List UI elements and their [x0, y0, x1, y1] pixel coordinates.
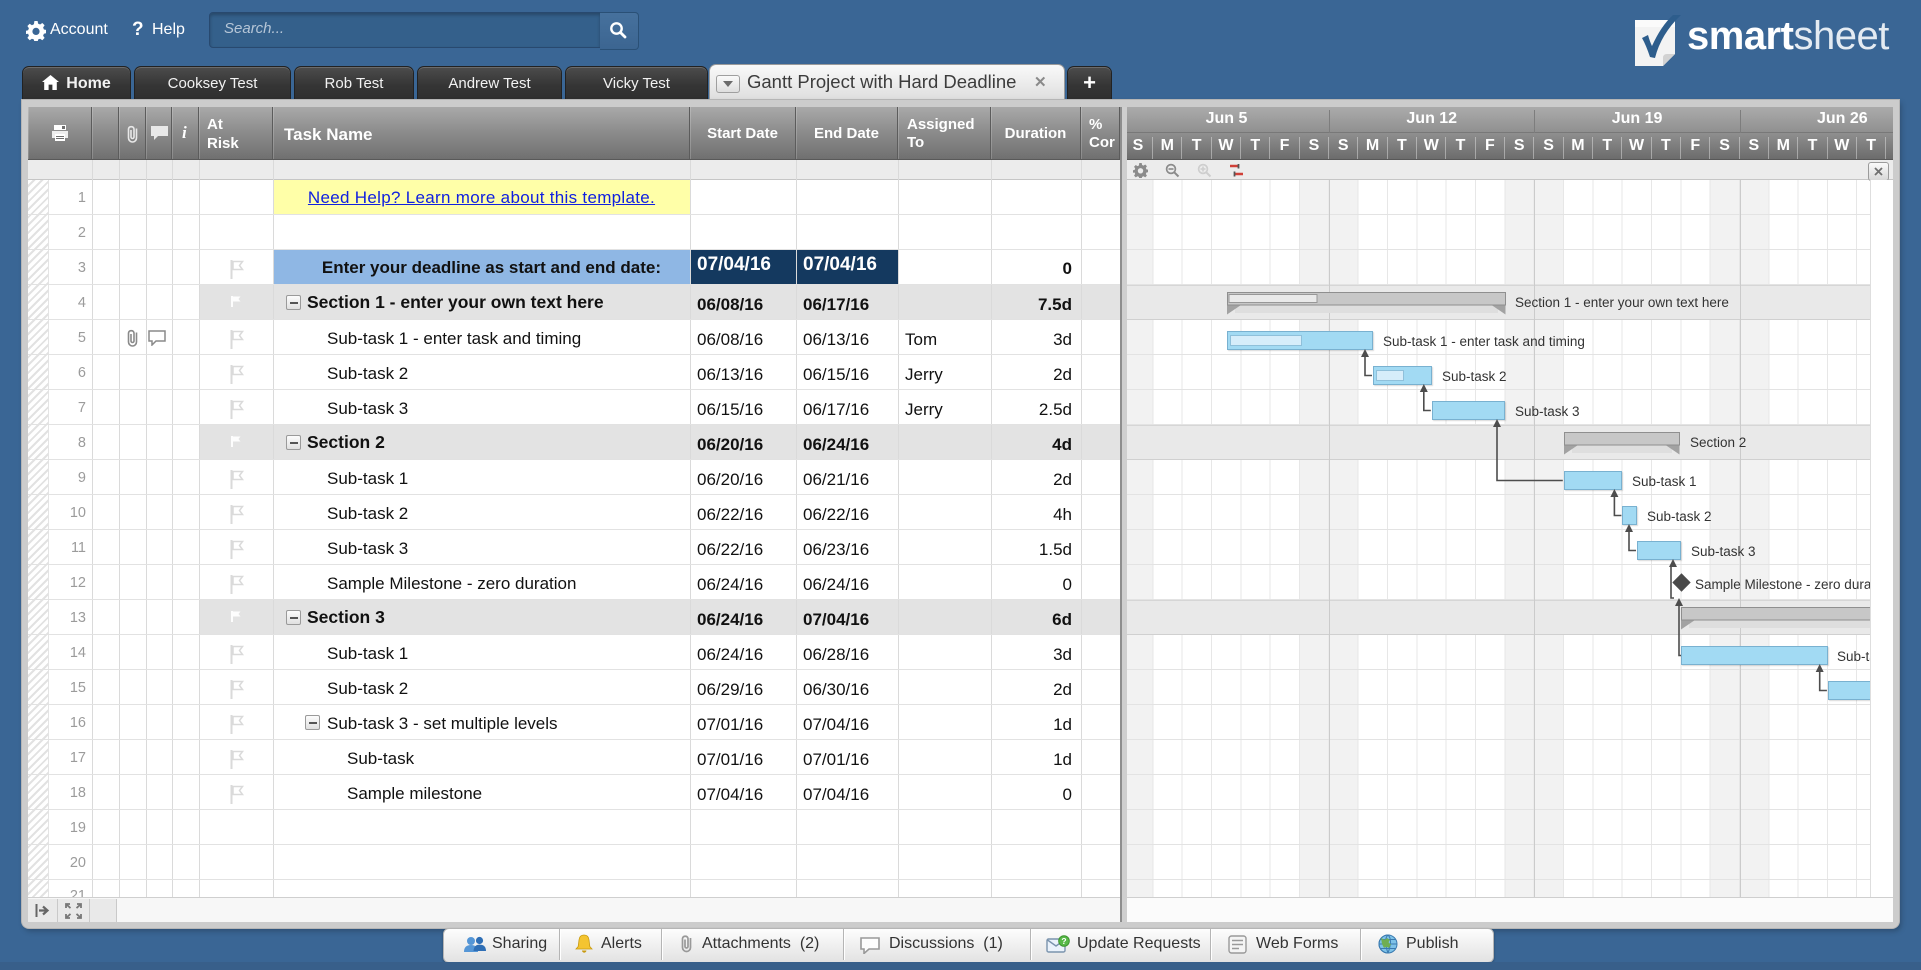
svg-text:?: ?: [1061, 936, 1066, 946]
